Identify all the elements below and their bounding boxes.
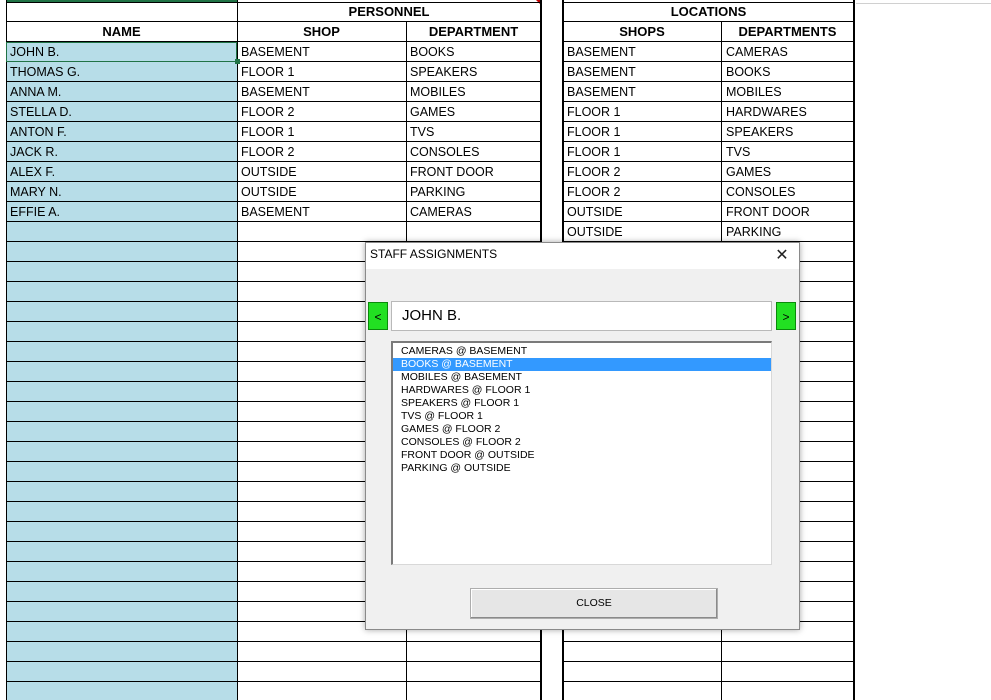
previous-button[interactable]: < xyxy=(368,302,388,330)
grid-hline xyxy=(562,2,854,3)
grid-hline xyxy=(6,2,541,3)
personnel-cell-department[interactable]: PARKING xyxy=(407,182,465,202)
assignments-listbox[interactable]: CAMERAS @ BASEMENT BOOKS @ BASEMENT MOBILE… xyxy=(391,341,772,565)
personnel-cell-name[interactable]: ANNA M. xyxy=(7,82,61,102)
locations-cell-shop[interactable]: FLOOR 2 xyxy=(564,162,621,182)
list-item[interactable]: HARDWARES @ FLOOR 1 xyxy=(393,384,771,397)
personnel-cell-department[interactable]: CAMERAS xyxy=(407,202,472,222)
locations-cell-department[interactable]: MOBILES xyxy=(723,82,782,102)
locations-cell-department[interactable]: CONSOLES xyxy=(723,182,795,202)
locations-cell-shop[interactable]: OUTSIDE xyxy=(564,222,623,242)
personnel-cell-department[interactable]: FRONT DOOR xyxy=(407,162,494,182)
locations-cell-shop[interactable]: FLOOR 1 xyxy=(564,142,621,162)
personnel-cell-shop[interactable]: OUTSIDE xyxy=(238,182,297,202)
locations-cell-shop[interactable]: BASEMENT xyxy=(564,42,636,62)
locations-cell-shop[interactable]: FLOOR 1 xyxy=(564,122,621,142)
personnel-cell-shop[interactable]: BASEMENT xyxy=(238,42,310,62)
grid-hline xyxy=(6,21,541,22)
locations-cell-shop[interactable]: FLOOR 2 xyxy=(564,182,621,202)
locations-cell-shop[interactable]: BASEMENT xyxy=(564,62,636,82)
grid-hline xyxy=(6,641,541,642)
grid-vline xyxy=(853,0,855,700)
header-shops[interactable]: SHOPS xyxy=(563,23,721,41)
close-button[interactable]: CLOSE xyxy=(470,588,718,619)
locations-title: LOCATIONS xyxy=(670,4,747,19)
grid-hline xyxy=(562,21,854,22)
locations-cell-shop[interactable]: FLOOR 1 xyxy=(564,102,621,122)
personnel-cell-name[interactable]: ANTON F. xyxy=(7,122,67,142)
personnel-cell-name[interactable]: JACK R. xyxy=(7,142,58,162)
personnel-cell-name[interactable]: THOMAS G. xyxy=(7,62,80,82)
header-departments[interactable]: DEPARTMENTS xyxy=(721,23,854,41)
personnel-cell-shop[interactable]: FLOOR 2 xyxy=(238,142,295,162)
header-shop[interactable]: SHOP xyxy=(237,23,406,41)
locations-cell-department[interactable]: BOOKS xyxy=(723,62,770,82)
locations-cell-department[interactable]: CAMERAS xyxy=(723,42,788,62)
close-icon[interactable]: ✕ xyxy=(771,245,793,267)
personnel-cell-department[interactable]: CONSOLES xyxy=(407,142,479,162)
staff-assignments-dialog: STAFF ASSIGNMENTS ✕ < JOHN B. > CAMERAS … xyxy=(365,242,800,630)
list-item[interactable]: SPEAKERS @ FLOOR 1 xyxy=(393,397,771,410)
locations-cell-department[interactable]: TVS xyxy=(723,142,750,162)
list-item[interactable]: PARKING @ OUTSIDE xyxy=(393,462,771,475)
personnel-cell-shop[interactable]: OUTSIDE xyxy=(238,162,297,182)
current-name-field[interactable]: JOHN B. xyxy=(391,301,772,331)
personnel-cell-shop[interactable]: FLOOR 1 xyxy=(238,122,295,142)
dialog-titlebar[interactable]: STAFF ASSIGNMENTS ✕ xyxy=(366,243,799,269)
personnel-cell-department[interactable]: SPEAKERS xyxy=(407,62,477,82)
locations-cell-shop[interactable]: OUTSIDE xyxy=(564,202,623,222)
personnel-cell-name[interactable]: MARY N. xyxy=(7,182,62,202)
empty-sheet-area xyxy=(856,0,991,4)
personnel-cell-name[interactable]: ALEX F. xyxy=(7,162,55,182)
locations-cell-department[interactable]: PARKING xyxy=(723,222,781,242)
personnel-cell-department[interactable]: GAMES xyxy=(407,102,455,122)
grid-hline xyxy=(6,681,541,682)
grid-hline xyxy=(562,641,854,642)
personnel-cell-department[interactable]: BOOKS xyxy=(407,42,454,62)
list-item[interactable]: GAMES @ FLOOR 2 xyxy=(393,423,771,436)
header-department[interactable]: DEPARTMENT xyxy=(406,23,541,41)
list-item[interactable]: TVS @ FLOOR 1 xyxy=(393,410,771,423)
active-cell-outline xyxy=(6,42,237,62)
dialog-title: STAFF ASSIGNMENTS xyxy=(370,247,498,261)
personnel-cell-department[interactable]: MOBILES xyxy=(407,82,466,102)
personnel-cell-shop[interactable]: BASEMENT xyxy=(238,82,310,102)
locations-cell-department[interactable]: HARDWARES xyxy=(723,102,807,122)
personnel-title: PERSONNEL xyxy=(348,4,430,19)
next-button[interactable]: > xyxy=(776,302,796,330)
list-item[interactable]: BOOKS @ BASEMENT xyxy=(393,358,771,371)
personnel-cell-shop[interactable]: FLOOR 1 xyxy=(238,62,295,82)
personnel-cell-shop[interactable]: FLOOR 2 xyxy=(238,102,295,122)
grid-hline xyxy=(562,681,854,682)
personnel-cell-name[interactable]: STELLA D. xyxy=(7,102,72,122)
header-name[interactable]: NAME xyxy=(6,23,237,41)
list-item[interactable]: MOBILES @ BASEMENT xyxy=(393,371,771,384)
locations-cell-department[interactable]: GAMES xyxy=(723,162,771,182)
list-item[interactable]: FRONT DOOR @ OUTSIDE xyxy=(393,449,771,462)
personnel-cell-name[interactable]: EFFIE A. xyxy=(7,202,60,222)
locations-cell-department[interactable]: FRONT DOOR xyxy=(723,202,810,222)
list-item[interactable]: CONSOLES @ FLOOR 2 xyxy=(393,436,771,449)
grid-hline xyxy=(562,661,854,662)
fill-handle[interactable] xyxy=(235,59,240,64)
grid-hline xyxy=(6,661,541,662)
personnel-cell-department[interactable]: TVS xyxy=(407,122,434,142)
locations-cell-department[interactable]: SPEAKERS xyxy=(723,122,793,142)
locations-cell-shop[interactable]: BASEMENT xyxy=(564,82,636,102)
personnel-cell-shop[interactable]: BASEMENT xyxy=(238,202,310,222)
list-item[interactable]: CAMERAS @ BASEMENT xyxy=(393,345,771,358)
